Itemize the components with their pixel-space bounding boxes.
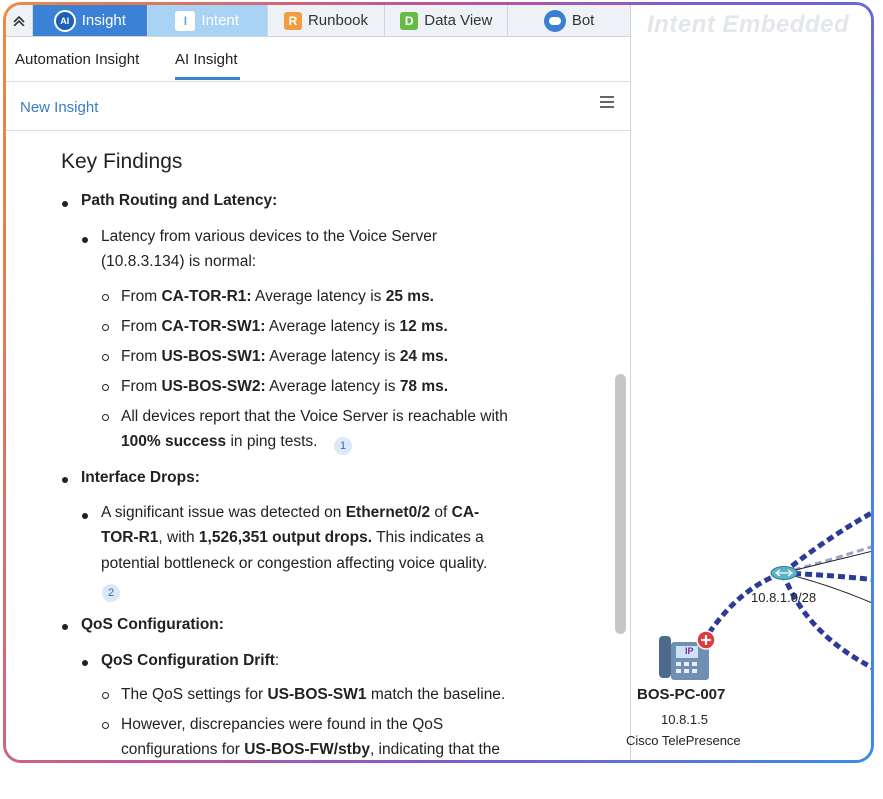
intent-icon: I — [175, 10, 196, 31]
reachability-line-2: 100% success in ping tests. — [121, 433, 318, 450]
subnet-label: 10.8.1.0/28 — [751, 590, 817, 605]
new-insight-link[interactable]: New Insight — [20, 99, 98, 116]
tab-runbook-label: Runbook — [307, 12, 368, 29]
drops-line-3: potential bottleneck or congestion affec… — [101, 555, 488, 572]
data-view-icon: D — [400, 11, 419, 30]
tab-runbook[interactable]: R Runbook — [267, 5, 386, 36]
app-window: AI Insight I Intent R Runbook D Data Vie… — [6, 5, 871, 760]
path-intro-line-1: Latency from various devices to the Voic… — [101, 228, 437, 245]
qos-match-line: The QoS settings for US-BOS-SW1 match th… — [121, 686, 506, 703]
bullet — [102, 692, 109, 699]
map-canvas[interactable]: Intent Embedded 10.8.1.0/28 IP BOS-PC-00… — [626, 5, 871, 760]
ip-phone-icon[interactable] — [655, 628, 717, 684]
insight-toolbar: New Insight — [6, 82, 630, 131]
bullet — [82, 237, 88, 243]
subtab-bar: Automation Insight AI Insight — [6, 37, 630, 82]
drops-line-2: TOR-R1, with 1,526,351 output drops. Thi… — [101, 529, 484, 546]
bullet — [102, 722, 109, 729]
runbook-icon: R — [283, 11, 302, 30]
insight-content: Key Findings Path Routing and Latency: L… — [6, 131, 630, 760]
bot-icon — [543, 9, 566, 32]
section-title-qos: QoS Configuration: — [81, 616, 224, 633]
chevron-up-icon — [13, 15, 25, 26]
tab-data-view[interactable]: D Data View — [385, 5, 509, 36]
section-title-drops: Interface Drops: — [81, 469, 200, 486]
node-ip: 10.8.1.5 — [661, 712, 708, 727]
bullet — [82, 660, 88, 666]
tab-bot-label: Bot — [571, 12, 595, 29]
qos-discrepancy-line-2: configurations for US-BOS-FW/stby, indic… — [121, 741, 501, 758]
tab-insight-label: Insight — [81, 12, 126, 29]
bullet — [82, 513, 88, 519]
tab-bar: AI Insight I Intent R Runbook D Data Vie… — [6, 5, 630, 37]
subtab-automation-insight[interactable]: Automation Insight — [15, 51, 139, 68]
reachability-line-1: All devices report that the Voice Server… — [121, 408, 508, 425]
tab-intent-label: Intent — [201, 12, 239, 29]
bullet — [102, 414, 109, 421]
bullet — [102, 354, 109, 361]
qos-discrepancy-line-1: However, discrepancies were found in the… — [121, 716, 444, 733]
bullet — [62, 624, 68, 630]
app-frame: AI Insight I Intent R Runbook D Data Vie… — [3, 2, 874, 763]
drops-line-1: A significant issue was detected on Ethe… — [101, 504, 480, 521]
bullet — [62, 477, 68, 483]
bullet — [62, 201, 68, 207]
bullet — [102, 324, 109, 331]
qos-drift-title: QoS Configuration Drift: — [101, 652, 280, 669]
latency-item: From US-BOS-SW2: Average latency is 78 m… — [121, 378, 449, 395]
subtab-ai-insight[interactable]: AI Insight — [175, 51, 238, 68]
active-subtab-indicator — [175, 77, 240, 80]
tab-insight[interactable]: AI Insight — [32, 5, 148, 36]
latency-item: From CA-TOR-SW1: Average latency is 12 m… — [121, 318, 448, 335]
bullet — [102, 384, 109, 391]
latency-item: From US-BOS-SW1: Average latency is 24 m… — [121, 348, 449, 365]
tab-data-view-label: Data View — [424, 12, 493, 29]
hamburger-menu-icon[interactable] — [600, 96, 614, 110]
section-title-path: Path Routing and Latency: — [81, 192, 278, 209]
ai-insight-icon: AI — [53, 9, 76, 32]
phone-badge-label: IP — [685, 646, 694, 656]
latency-item: From CA-TOR-R1: Average latency is 25 ms… — [121, 288, 434, 305]
bullet — [102, 294, 109, 301]
path-intro-line-2: (10.8.3.134) is normal: — [101, 253, 257, 270]
hub-icon[interactable] — [770, 565, 798, 581]
key-findings-heading: Key Findings — [61, 150, 183, 173]
tab-bot[interactable]: Bot — [508, 5, 630, 36]
scrollbar-thumb[interactable] — [615, 374, 626, 634]
citation-badge[interactable]: 1 — [334, 437, 352, 455]
tab-intent[interactable]: I Intent — [147, 5, 268, 36]
node-name: BOS-PC-007 — [637, 686, 726, 703]
insight-panel: AI Insight I Intent R Runbook D Data Vie… — [6, 5, 631, 760]
collapse-button[interactable] — [6, 5, 33, 36]
citation-badge[interactable]: 2 — [102, 584, 120, 602]
node-type: Cisco TelePresence — [626, 733, 741, 748]
